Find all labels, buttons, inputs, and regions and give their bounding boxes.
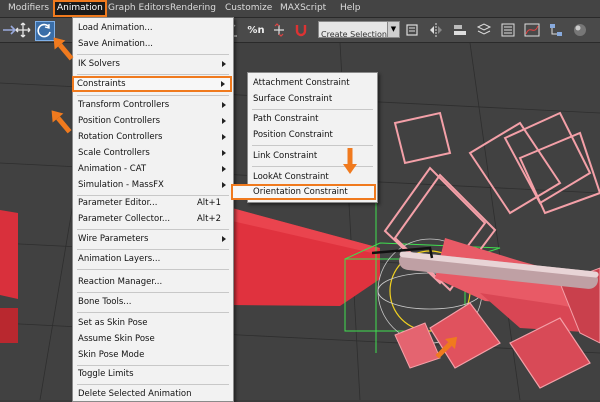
chevron-right-icon (222, 134, 226, 140)
menu-item-transform-controllers[interactable]: Transform Controllers (73, 97, 233, 113)
edit-named-sets-icon[interactable] (403, 21, 421, 39)
menu-separator (252, 166, 373, 167)
menu-separator (77, 292, 229, 293)
menu-separator (77, 312, 229, 313)
magnet-icon[interactable] (292, 21, 310, 39)
menu-separator (77, 384, 229, 385)
menu-item-reaction-manager[interactable]: Reaction Manager... (73, 274, 233, 290)
menu-item-position-controllers[interactable]: Position Controllers (73, 113, 233, 129)
chevron-right-icon (222, 102, 226, 108)
menu-modifiers[interactable]: Modifiers (4, 0, 53, 17)
menu-item-ik-solvers[interactable]: IK Solvers (73, 56, 233, 72)
submenu-item-orientation-constraint[interactable]: Orientation Constraint (231, 184, 376, 200)
red-object-left (0, 210, 18, 299)
menu-item-animation-layers[interactable]: Animation Layers... (73, 251, 233, 267)
menu-item-animation-cat[interactable]: Animation - CAT (73, 161, 233, 177)
chevron-right-icon (222, 118, 226, 124)
menu-maxscript[interactable]: MAXScript (276, 0, 330, 17)
submenu-item-position-constraint[interactable]: Position Constraint (248, 127, 377, 143)
schematic-view-icon[interactable] (547, 21, 565, 39)
menu-item-simulation-massfx[interactable]: Simulation - MassFX (73, 177, 233, 193)
menu-graph-editors[interactable]: Graph Editors (104, 0, 174, 17)
chevron-down-icon[interactable]: ▼ (387, 22, 399, 37)
menu-bar: Modifiers Animation Graph Editors Render… (0, 0, 600, 18)
shortcut-label: Alt+1 (196, 198, 221, 208)
submenu-item-surface-constraint[interactable]: Surface Constraint (248, 91, 377, 107)
scene-explorer-icon[interactable] (499, 21, 517, 39)
menu-separator (77, 229, 229, 230)
shortcut-label: Alt+2 (196, 214, 221, 224)
menu-separator (77, 54, 229, 55)
menu-separator (252, 145, 373, 146)
menu-item-skin-pose-mode[interactable]: Skin Pose Mode (73, 347, 233, 363)
chevron-right-icon (222, 236, 226, 242)
menu-item-assume-skin-pose[interactable]: Assume Skin Pose (73, 331, 233, 347)
align-icon[interactable] (451, 21, 469, 39)
selection-set-dropdown[interactable]: Create Selection Se ▼ (318, 21, 400, 39)
menu-rendering[interactable]: Rendering (166, 0, 220, 17)
menu-item-parameter-editor[interactable]: Parameter Editor... Alt+1 (73, 195, 233, 211)
menu-separator (77, 95, 229, 96)
submenu-item-lookat-constraint[interactable]: LookAt Constraint (248, 169, 377, 185)
menu-separator (252, 109, 373, 110)
submenu-item-path-constraint[interactable]: Path Constraint (248, 111, 377, 127)
menu-item-parameter-collector[interactable]: Parameter Collector... Alt+2 (73, 211, 233, 227)
submenu-item-link-constraint[interactable]: Link Constraint (248, 148, 377, 164)
submenu-item-attachment-constraint[interactable]: Attachment Constraint (248, 75, 377, 91)
chevron-right-icon (221, 81, 225, 87)
material-editor-icon[interactable] (571, 21, 589, 39)
menu-separator (77, 249, 229, 250)
menu-animation[interactable]: Animation (53, 0, 107, 17)
chevron-right-icon (222, 182, 226, 188)
menu-customize[interactable]: Customize (221, 0, 276, 17)
move-icon[interactable] (14, 21, 32, 39)
menu-item-scale-controllers[interactable]: Scale Controllers (73, 145, 233, 161)
menu-help[interactable]: Help (336, 0, 365, 17)
mirror-icon[interactable] (427, 21, 445, 39)
menu-item-wire-parameters[interactable]: Wire Parameters (73, 231, 233, 247)
menu-item-load-animation[interactable]: Load Animation... (73, 20, 233, 36)
chevron-right-icon (222, 150, 226, 156)
spinner-snap-icon[interactable] (270, 21, 288, 39)
curve-editor-icon[interactable] (523, 21, 541, 39)
menu-item-constraints[interactable]: Constraints (72, 76, 232, 92)
menu-item-set-as-skin-pose[interactable]: Set as Skin Pose (73, 315, 233, 331)
rotate-icon[interactable] (35, 21, 55, 41)
layer-manager-icon[interactable] (475, 21, 493, 39)
menu-item-rotation-controllers[interactable]: Rotation Controllers (73, 129, 233, 145)
menu-item-bone-tools[interactable]: Bone Tools... (73, 294, 233, 310)
menu-separator (77, 74, 229, 75)
menu-item-toggle-limits[interactable]: Toggle Limits (73, 366, 233, 382)
percent-snap-icon[interactable]: %n (246, 21, 266, 39)
animation-menu: Load Animation... Save Animation... IK S… (72, 17, 234, 402)
chevron-right-icon (222, 61, 226, 67)
constraints-submenu: Attachment Constraint Surface Constraint… (231, 72, 378, 203)
menu-separator (77, 269, 229, 270)
menu-item-save-animation[interactable]: Save Animation... (73, 36, 233, 52)
chevron-right-icon (222, 166, 226, 172)
